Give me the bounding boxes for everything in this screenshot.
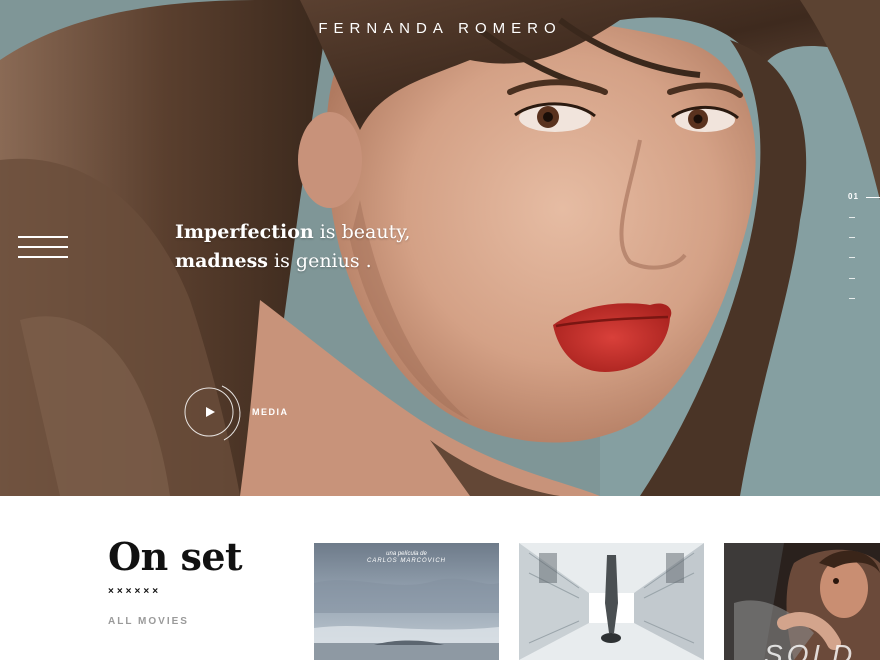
- slide-indicator: 01: [840, 190, 880, 310]
- slide-active-line: [866, 197, 880, 198]
- all-movies-link[interactable]: ALL MOVIES: [108, 616, 189, 627]
- movie-thumbnail-2[interactable]: [519, 543, 704, 660]
- hero-tagline: Imperfection is beauty, madness is geniu…: [175, 218, 410, 276]
- tagline-word-madness: madness: [175, 250, 268, 272]
- menu-line: [18, 246, 68, 248]
- hero-portrait-image: [0, 0, 880, 496]
- slide-number[interactable]: 01: [848, 192, 859, 201]
- play-icon: [206, 407, 215, 417]
- tagline-line1-rest: is beauty,: [313, 221, 411, 243]
- poster-caption-title: SOLD: [764, 639, 857, 660]
- movie-thumbnail-1[interactable]: una película de CARLOS MARCOVICH: [314, 543, 499, 660]
- tagline-word-imperfection: Imperfection: [175, 221, 314, 243]
- movie-poster-corridor: [519, 543, 704, 660]
- poster-caption-name: CARLOS MARCOVICH: [366, 558, 446, 564]
- menu-line: [18, 236, 68, 238]
- page: FERNANDA ROMERO Imperfection is beauty, …: [0, 0, 880, 660]
- tagline-line-1: Imperfection is beauty,: [175, 218, 410, 247]
- slide-dash-2[interactable]: [849, 217, 855, 218]
- slide-dash-4[interactable]: [849, 257, 855, 258]
- tagline-line2-rest: is genius .: [268, 250, 372, 272]
- menu-line: [18, 256, 68, 258]
- rating-marks: ××××××: [108, 586, 162, 597]
- slide-dash-6[interactable]: [849, 298, 855, 299]
- slide-dash-3[interactable]: [849, 237, 855, 238]
- hero-section: FERNANDA ROMERO Imperfection is beauty, …: [0, 0, 880, 496]
- poster-caption-small: una película de: [386, 551, 427, 557]
- movie-thumbnail-3[interactable]: SOLD: [724, 543, 880, 660]
- tagline-line-2: madness is genius .: [175, 247, 410, 276]
- brand-title[interactable]: FERNANDA ROMERO: [0, 20, 880, 37]
- media-label[interactable]: MEDIA: [252, 407, 289, 417]
- slide-dash-5[interactable]: [849, 278, 855, 279]
- hamburger-menu-icon[interactable]: [18, 236, 68, 260]
- section-title: On set: [108, 534, 243, 579]
- media-play-button[interactable]: [184, 384, 244, 444]
